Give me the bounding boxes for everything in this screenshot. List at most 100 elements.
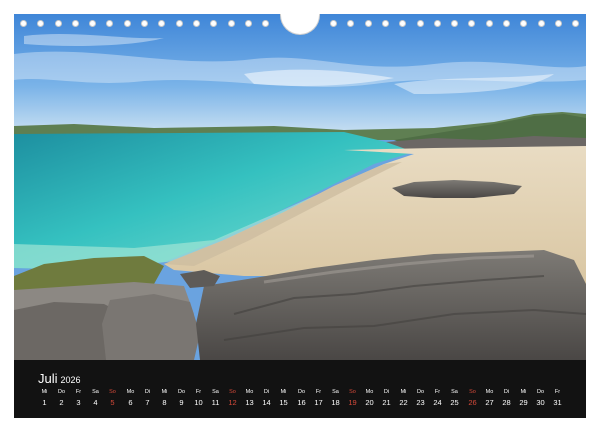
day-cell: So 19 [344,388,361,410]
day-number: 21 [382,398,391,407]
day-cell: Di 28 [498,388,515,410]
binding-ring [399,20,406,27]
weekday-label: Mi [520,389,527,395]
weekday-label: Mi [400,389,407,395]
binding-ring [89,20,96,27]
day-number: 3 [76,398,81,407]
day-number: 20 [365,398,374,407]
day-cell: Mi 29 [515,388,532,410]
binding-ring [555,20,562,27]
weekday-label: Fr [195,389,202,395]
weekday-label: Di [383,389,390,395]
weekday-label: Sa [332,389,339,395]
weekday-label: Mi [280,389,287,395]
weekday-label: Sa [451,389,458,395]
day-cell: Fr 3 [70,388,87,410]
weekday-label: Fr [315,389,322,395]
binding-ring [382,20,389,27]
day-number: 13 [245,398,254,407]
day-cell: Do 16 [293,388,310,410]
day-number: 17 [314,398,323,407]
day-cell: Mo 6 [122,388,139,410]
binding-ring [451,20,458,27]
weekday-label: Do [297,389,306,395]
weekday-label: Do [177,389,186,395]
weekday-label: Mi [161,389,168,395]
day-cell: Mi 15 [275,388,292,410]
day-number: 14 [262,398,271,407]
binding-ring [468,20,475,27]
day-number: 10 [194,398,203,407]
day-cell: So 5 [104,388,121,410]
binding-ring [417,20,424,27]
weekday-label: Mi [41,389,48,395]
rock-left-boulder [102,294,200,360]
weekday-label: So [229,389,236,395]
weekday-label: Sa [92,389,99,395]
day-number: 22 [399,398,408,407]
beach-scene [14,14,586,360]
day-cell: Sa 25 [446,388,463,410]
day-number: 28 [502,398,511,407]
day-cell: Do 9 [173,388,190,410]
day-number: 27 [485,398,494,407]
binding-ring [124,20,131,27]
binding-ring [55,20,62,27]
binding-ring [228,20,235,27]
binding-ring [158,20,165,27]
binding-ring [330,20,337,27]
day-cell: Sa 4 [87,388,104,410]
day-number: 9 [179,398,184,407]
day-number: 29 [519,398,528,407]
binding-ring [106,20,113,27]
binding-ring [141,20,148,27]
day-number: 31 [553,398,562,407]
calendar-strip: Juli 2026 Mi 1 Do 2 Fr 3 Sa 4 So 5 Mo 6 Di 7 Mi 8 Do 9 Fr 10… [14,360,586,418]
day-cell: Fr 17 [310,388,327,410]
day-cell: Fr 31 [549,388,566,410]
day-number: 11 [211,398,220,407]
weekday-label: Mo [365,389,374,395]
binding-ring [37,20,44,27]
day-row: Mi 1 Do 2 Fr 3 Sa 4 So 5 Mo 6 Di 7 Mi 8 Do 9 Fr 10 Sa 11 So 12 M… [36,388,566,414]
beach-photo [14,14,586,360]
day-cell: Mo 20 [361,388,378,410]
weekday-label: Do [57,389,66,395]
day-cell: So 26 [464,388,481,410]
day-number: 7 [145,398,150,407]
day-number: 15 [279,398,288,407]
weekday-label: Do [536,389,545,395]
day-number: 8 [162,398,167,407]
binding-ring [434,20,441,27]
day-cell: Fr 10 [190,388,207,410]
day-cell: Fr 24 [429,388,446,410]
binding-ring [486,20,493,27]
weekday-label: So [109,389,116,395]
day-cell: So 12 [224,388,241,410]
weekday-label: So [349,389,356,395]
day-number: 25 [450,398,459,407]
weekday-label: Di [144,389,151,395]
weekday-label: Sa [212,389,219,395]
month-title: Juli 2026 [38,371,81,386]
day-cell: Mi 8 [156,388,173,410]
binding-ring [176,20,183,27]
binding-ring [365,20,372,27]
day-cell: Mi 1 [36,388,53,410]
weekday-label: Fr [75,389,82,395]
day-cell: Mo 27 [481,388,498,410]
day-number: 23 [416,398,425,407]
weekday-label: Do [416,389,425,395]
binding-ring [538,20,545,27]
day-cell: Di 7 [139,388,156,410]
weekday-label: Di [263,389,270,395]
binding-ring [20,20,27,27]
binding-ring [347,20,354,27]
weekday-label: Mo [245,389,254,395]
weekday-label: Fr [434,389,441,395]
day-number: 30 [536,398,545,407]
binding-ring [193,20,200,27]
binding-ring [210,20,217,27]
day-number: 26 [468,398,477,407]
day-cell: Sa 18 [327,388,344,410]
